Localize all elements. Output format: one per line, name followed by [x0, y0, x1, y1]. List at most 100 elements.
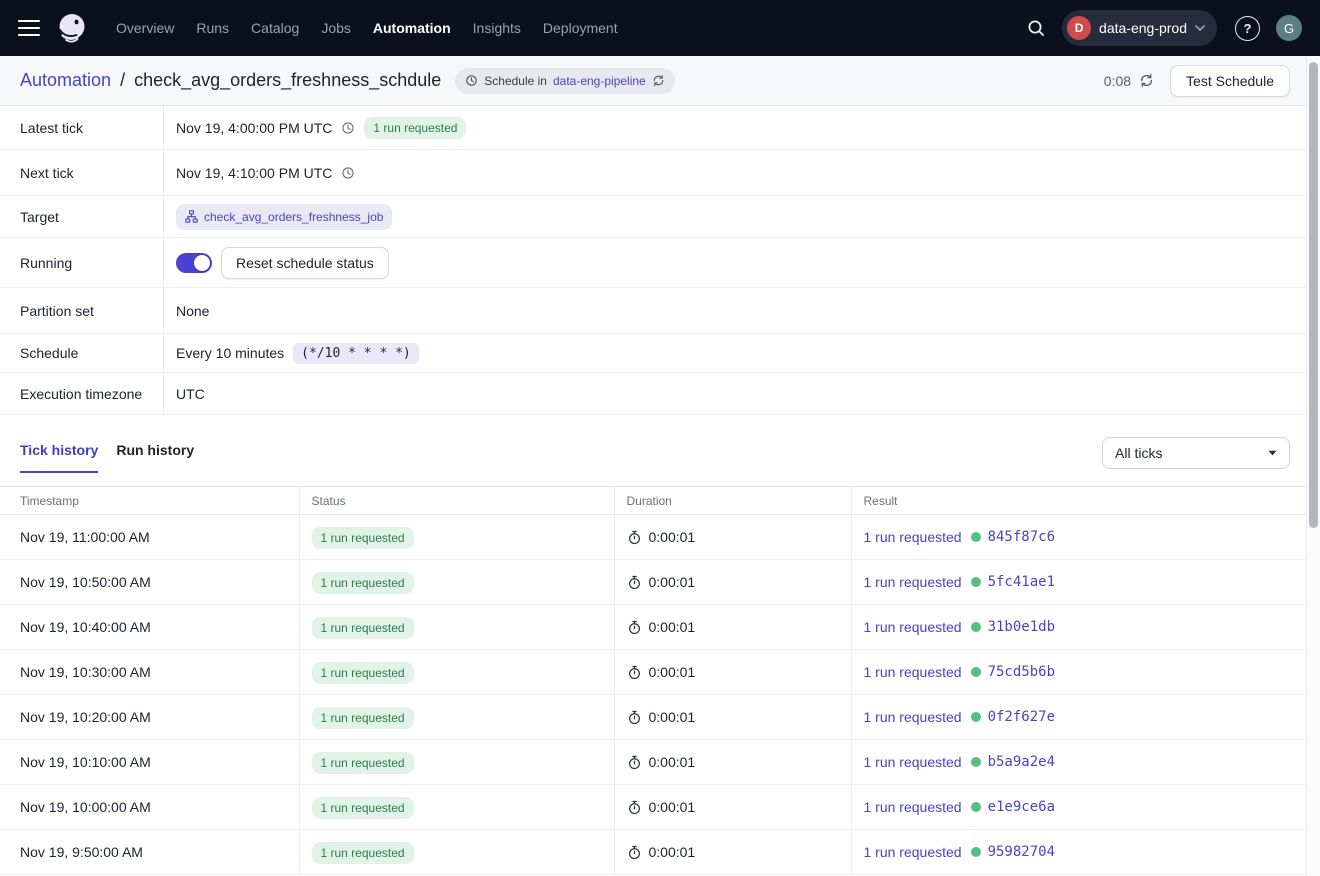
tick-filter-select[interactable]: All ticks: [1102, 437, 1290, 469]
tick-timestamp: Nov 19, 10:50:00 AM: [0, 560, 299, 605]
run-requested-link[interactable]: 1 run requested: [864, 844, 962, 860]
run-id-link[interactable]: 75cd5b6b: [988, 664, 1055, 680]
breadcrumb-automation-link[interactable]: Automation: [20, 70, 111, 91]
tick-status-badge: 1 run requested: [312, 797, 414, 819]
schedule-details: Latest tick Nov 19, 4:00:00 PM UTC 1 run…: [0, 106, 1306, 415]
refresh-icon[interactable]: [1139, 73, 1154, 88]
tick-filter-selected-value: All ticks: [1115, 445, 1162, 461]
next-tick-timestamp: Nov 19, 4:10:00 PM UTC: [176, 165, 332, 181]
dagster-logo-icon[interactable]: [54, 10, 90, 46]
detail-label: Execution timezone: [0, 373, 164, 414]
run-status-dot: [971, 532, 981, 542]
detail-row-partition-set: Partition set None: [0, 288, 1306, 334]
tick-timestamp: Nov 19, 10:00:00 AM: [0, 785, 299, 830]
search-icon[interactable]: [1026, 18, 1046, 38]
run-id-link[interactable]: 31b0e1db: [988, 619, 1055, 635]
target-job-link[interactable]: check_avg_orders_freshness_job: [204, 210, 383, 224]
run-id-link[interactable]: 95982704: [988, 844, 1055, 860]
stopwatch-icon: [627, 530, 642, 545]
tab-run-history[interactable]: Run history: [116, 442, 194, 473]
page-scrollbar-track[interactable]: [1306, 56, 1320, 876]
run-requested-link[interactable]: 1 run requested: [864, 664, 962, 680]
tick-duration: 0:00:01: [649, 799, 696, 815]
run-id-link[interactable]: 845f87c6: [988, 529, 1055, 545]
run-status-dot: [971, 847, 981, 857]
tick-timestamp: Nov 19, 10:10:00 AM: [0, 740, 299, 785]
detail-row-next-tick: Next tick Nov 19, 4:10:00 PM UTC: [0, 150, 1306, 196]
job-graph-icon: [185, 210, 198, 223]
table-row: Nov 19, 10:30:00 AM 1 run requested 0:00…: [0, 650, 1306, 695]
nav-item-jobs[interactable]: Jobs: [321, 20, 351, 36]
tick-duration: 0:00:01: [649, 709, 696, 725]
detail-row-execution-timezone: Execution timezone UTC: [0, 373, 1306, 415]
reload-location-icon[interactable]: [652, 74, 665, 87]
tick-duration: 0:00:01: [649, 844, 696, 860]
run-requested-link[interactable]: 1 run requested: [864, 754, 962, 770]
running-toggle[interactable]: [176, 253, 212, 273]
partition-set-value: None: [176, 303, 209, 319]
clock-icon: [341, 166, 355, 180]
tick-status-badge: 1 run requested: [312, 662, 414, 684]
nav-item-overview[interactable]: Overview: [116, 20, 174, 36]
run-requested-link[interactable]: 1 run requested: [864, 574, 962, 590]
tick-timestamp: Nov 19, 9:50:00 AM: [0, 830, 299, 875]
run-status-dot: [971, 757, 981, 767]
run-id-link[interactable]: 5fc41ae1: [988, 574, 1055, 590]
target-job-pill[interactable]: check_avg_orders_freshness_job: [176, 204, 392, 230]
nav-item-automation[interactable]: Automation: [373, 20, 451, 36]
col-header-timestamp: Timestamp: [0, 487, 299, 515]
tick-status-badge: 1 run requested: [312, 752, 414, 774]
reset-schedule-status-button[interactable]: Reset schedule status: [221, 247, 389, 279]
stopwatch-icon: [627, 620, 642, 635]
nav-item-runs[interactable]: Runs: [196, 20, 229, 36]
code-location-link[interactable]: data-eng-pipeline: [553, 74, 646, 88]
tab-tick-history[interactable]: Tick history: [20, 442, 98, 473]
run-id-link[interactable]: 0f2f627e: [988, 709, 1055, 725]
table-header-row: Timestamp Status Duration Result: [0, 487, 1306, 515]
run-status-dot: [971, 577, 981, 587]
latest-tick-timestamp: Nov 19, 4:00:00 PM UTC: [176, 120, 332, 136]
refresh-countdown: 0:08: [1104, 73, 1131, 89]
help-icon[interactable]: ?: [1235, 16, 1260, 41]
tick-timestamp: Nov 19, 11:00:00 AM: [0, 515, 299, 560]
table-row: Nov 19, 10:20:00 AM 1 run requested 0:00…: [0, 695, 1306, 740]
user-avatar[interactable]: G: [1276, 15, 1302, 41]
page-title: check_avg_orders_freshness_schdule: [134, 70, 441, 91]
tick-status-badge: 1 run requested: [312, 842, 414, 864]
deployment-switcher[interactable]: D data-eng-prod: [1062, 10, 1217, 46]
run-id-link[interactable]: b5a9a2e4: [988, 754, 1055, 770]
page-scrollbar-thumb[interactable]: [1309, 62, 1318, 528]
run-requested-link[interactable]: 1 run requested: [864, 619, 962, 635]
stopwatch-icon: [627, 710, 642, 725]
badge-prefix-text: Schedule in: [484, 74, 547, 88]
hamburger-menu-icon[interactable]: [18, 20, 40, 36]
run-requested-link[interactable]: 1 run requested: [864, 709, 962, 725]
detail-label: Next tick: [0, 150, 164, 195]
detail-label: Latest tick: [0, 106, 164, 149]
run-status-dot: [971, 622, 981, 632]
tick-duration: 0:00:01: [649, 529, 696, 545]
test-schedule-button[interactable]: Test Schedule: [1170, 65, 1290, 97]
schedule-location-badge: Schedule in data-eng-pipeline: [455, 68, 674, 94]
table-row: Nov 19, 9:50:00 AM 1 run requested 0:00:…: [0, 830, 1306, 875]
deployment-name: data-eng-prod: [1099, 20, 1187, 36]
table-row: Nov 19, 11:00:00 AM 1 run requested 0:00…: [0, 515, 1306, 560]
tick-status-badge: 1 run requested: [312, 527, 414, 549]
col-header-status: Status: [299, 487, 614, 515]
page-header: Automation / check_avg_orders_freshness_…: [0, 56, 1306, 106]
col-header-duration: Duration: [614, 487, 851, 515]
tick-status-badge: 1 run requested: [312, 617, 414, 639]
stopwatch-icon: [627, 575, 642, 590]
run-requested-link[interactable]: 1 run requested: [864, 799, 962, 815]
run-status-dot: [971, 712, 981, 722]
run-requested-link[interactable]: 1 run requested: [864, 529, 962, 545]
nav-item-deployment[interactable]: Deployment: [543, 20, 618, 36]
col-header-result: Result: [851, 487, 1306, 515]
nav-item-insights[interactable]: Insights: [473, 20, 521, 36]
detail-row-schedule: Schedule Every 10 minutes (*/10 * * * *): [0, 334, 1306, 373]
nav-item-catalog[interactable]: Catalog: [251, 20, 299, 36]
clock-icon: [465, 74, 478, 87]
run-id-link[interactable]: e1e9ce6a: [988, 799, 1055, 815]
detail-label: Schedule: [0, 334, 164, 372]
stopwatch-icon: [627, 800, 642, 815]
